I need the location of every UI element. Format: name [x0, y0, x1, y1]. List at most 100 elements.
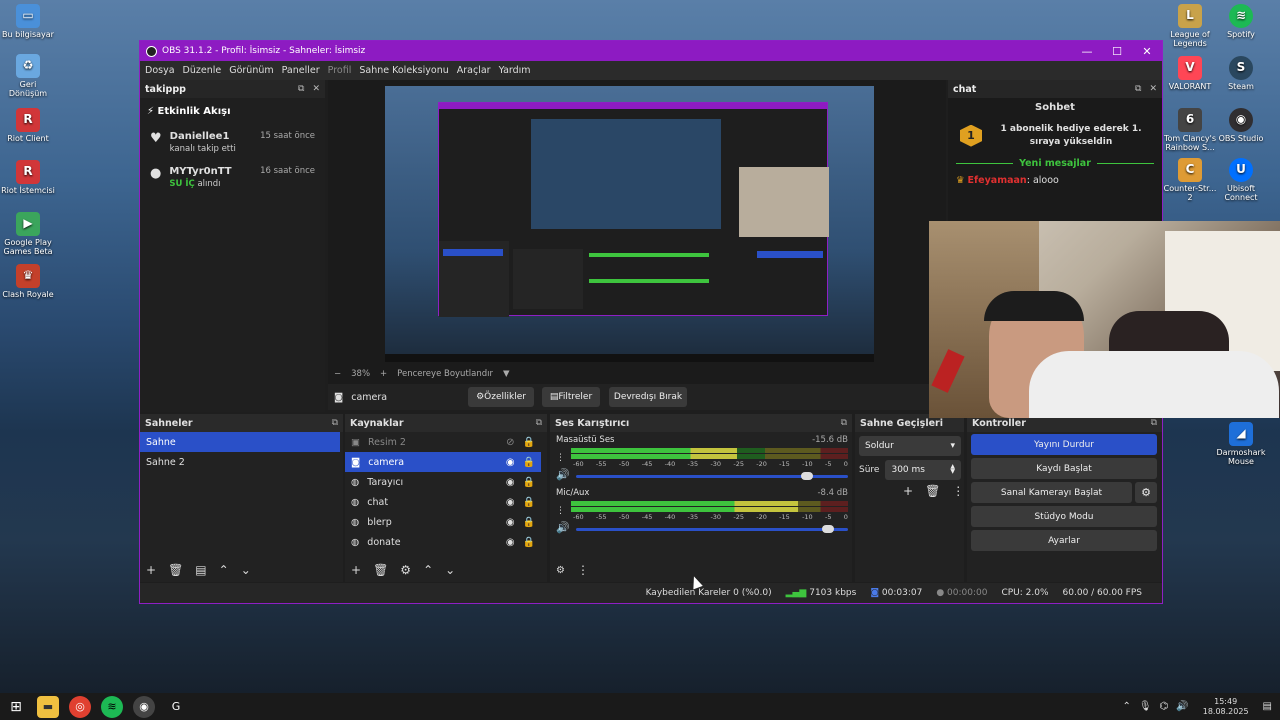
volume-slider[interactable] [575, 523, 848, 533]
close-icon[interactable]: ✕ [1132, 45, 1162, 58]
obs-icon[interactable]: ◉ [133, 695, 155, 718]
menu-yardim[interactable]: Yardım [499, 65, 531, 76]
eye-icon[interactable]: ◉ [506, 537, 515, 548]
windows-start-icon[interactable]: ⊞ [5, 696, 27, 718]
advanced-settings-icon[interactable]: ⚙ [556, 565, 565, 576]
popout-icon[interactable]: ⧉ [298, 84, 304, 94]
menu-araclar[interactable]: Araçlar [457, 65, 491, 76]
scene-item[interactable]: Sahne [140, 432, 340, 452]
zoom-in-icon[interactable]: + [380, 369, 387, 379]
arrow-down-icon[interactable]: ⌄ [445, 563, 455, 577]
lock-icon[interactable]: 🔒 [523, 437, 535, 448]
menu-gorunum[interactable]: Görünüm [229, 65, 273, 76]
kebab-menu-icon[interactable]: ⋮ [577, 563, 589, 577]
popout-icon[interactable]: ⧉ [332, 418, 338, 428]
popout-icon[interactable]: ⧉ [1151, 418, 1157, 428]
add-icon[interactable]: + [903, 484, 913, 498]
menu-dosya[interactable]: Dosya [145, 65, 175, 76]
desktop-icon-spotify[interactable]: ≋ Spotify [1213, 4, 1269, 39]
preview-canvas[interactable] [385, 86, 874, 362]
source-item[interactable]: ▣ Resim 2 ⊘ 🔒 [345, 432, 541, 452]
popout-icon[interactable]: ⧉ [1135, 84, 1141, 94]
clock[interactable]: 15:49 18.08.2025 [1203, 697, 1249, 716]
mic-icon[interactable]: 🎙 [1139, 701, 1152, 712]
eye-icon[interactable]: ◉ [506, 497, 515, 508]
network-icon[interactable]: ⌬ [1160, 701, 1169, 712]
lock-icon[interactable]: 🔒 [523, 537, 535, 548]
duration-spinbox[interactable]: 300 ms ▲ ▼ [885, 460, 961, 480]
slider-knob[interactable] [822, 524, 835, 533]
desktop-icon-ubisoft[interactable]: U Ubisoft Connect [1213, 158, 1269, 202]
source-item[interactable]: ◍ donate ◉ 🔒 [345, 532, 541, 552]
title-bar[interactable]: OBS 31.1.2 - Profil: İsimsiz - Sahneler:… [140, 41, 1162, 61]
lock-icon[interactable]: 🔒 [523, 517, 535, 528]
deactivate-button[interactable]: Devredışı Bırak [609, 387, 687, 407]
menu-paneller[interactable]: Paneller [282, 65, 320, 76]
lock-icon[interactable]: 🔒 [523, 497, 535, 508]
kick-icon[interactable]: G [165, 696, 187, 718]
chrome-icon[interactable]: ◎ [69, 695, 91, 718]
eye-hidden-icon[interactable]: ⊘ [506, 437, 514, 448]
desktop-icon-rainbow-six[interactable]: 6 Tom Clancy's Rainbow S... [1162, 108, 1218, 152]
lock-icon[interactable]: 🔒 [523, 457, 535, 468]
fit-window-label[interactable]: Pencereye Boyutlandır [397, 369, 493, 379]
desktop-icon-darmoshark[interactable]: ◢ Darmoshark Mouse [1213, 422, 1269, 466]
menu-profil[interactable]: Profil [328, 65, 352, 76]
filters-button[interactable]: ▤ Filtreler [542, 387, 600, 407]
speaker-icon[interactable]: 🔊 [556, 521, 570, 534]
file-explorer-icon[interactable]: ▬ [37, 695, 59, 718]
desktop-icon-clash-royale[interactable]: ♛ Clash Royale [0, 264, 56, 299]
arrow-up-icon[interactable]: ⌃ [219, 563, 229, 577]
add-icon[interactable]: + [146, 563, 156, 577]
start-record-button[interactable]: Kaydı Başlat [971, 458, 1157, 479]
add-icon[interactable]: + [351, 563, 361, 577]
filter-icon[interactable]: ▤ [195, 563, 206, 577]
trash-icon[interactable]: 🗑 [925, 484, 940, 498]
source-item[interactable]: ◙ camera ◉ 🔒 [345, 452, 541, 472]
kebab-menu-icon[interactable]: ⋮ [556, 453, 565, 463]
desktop-icon-riot-client[interactable]: R Riot Client [0, 108, 56, 143]
source-item[interactable]: ◍ blerp ◉ 🔒 [345, 512, 541, 532]
desktop-icon-google-play[interactable]: ▶ Google Play Games Beta [0, 212, 56, 256]
eye-icon[interactable]: ◉ [506, 457, 515, 468]
chevron-up-icon[interactable]: ⌃ [1122, 701, 1130, 712]
arrow-down-icon[interactable]: ⌄ [241, 563, 251, 577]
desktop-icon-riot-istemcisi[interactable]: R Riot İstemcisi [0, 160, 56, 195]
notification-icon[interactable]: ▤ [1263, 701, 1272, 712]
trash-icon[interactable]: 🗑 [373, 563, 388, 577]
gear-icon[interactable]: ⚙ [400, 563, 411, 577]
preview-area[interactable]: − 38% + Pencereye Boyutlandır ▼ [328, 80, 946, 384]
virtual-camera-button[interactable]: Sanal Kamerayı Başlat [971, 482, 1132, 503]
new-messages-divider[interactable]: Yeni mesajlar [948, 154, 1162, 173]
zoom-out-icon[interactable]: − [334, 369, 341, 379]
popout-icon[interactable]: ⧉ [536, 418, 542, 428]
kebab-menu-icon[interactable]: ⋮ [556, 506, 565, 516]
transition-select[interactable]: Soldur ▾ [859, 436, 961, 456]
menu-sahne-koleksiyonu[interactable]: Sahne Koleksiyonu [359, 65, 448, 76]
kebab-menu-icon[interactable]: ⋮ [952, 484, 964, 498]
lock-icon[interactable]: 🔒 [523, 477, 535, 488]
close-icon[interactable]: ✕ [1149, 84, 1157, 94]
studio-mode-button[interactable]: Stüdyo Modu [971, 506, 1157, 527]
spotify-icon[interactable]: ≋ [101, 695, 123, 718]
desktop-icon-steam[interactable]: S Steam [1213, 56, 1269, 91]
volume-icon[interactable]: 🔊 [1176, 701, 1188, 712]
source-item[interactable]: ◍ Tarayıcı ◉ 🔒 [345, 472, 541, 492]
virtual-camera-settings-button[interactable]: ⚙ [1135, 482, 1157, 503]
popout-icon[interactable]: ⧉ [841, 418, 847, 428]
settings-button[interactable]: Ayarlar [971, 530, 1157, 551]
desktop-icon-cs2[interactable]: C Counter-Str... 2 [1162, 158, 1218, 202]
source-item[interactable]: ◍ chat ◉ 🔒 [345, 492, 541, 512]
slider-knob[interactable] [800, 471, 813, 480]
stop-stream-button[interactable]: Yayını Durdur [971, 434, 1157, 455]
desktop-icon-valorant[interactable]: V VALORANT [1162, 56, 1218, 91]
eye-icon[interactable]: ◉ [506, 517, 515, 528]
trash-icon[interactable]: 🗑 [168, 563, 183, 577]
menu-duzenle[interactable]: Düzenle [183, 65, 222, 76]
dropdown-icon[interactable]: ▼ [503, 369, 510, 379]
desktop-icon-pc[interactable]: ▭ Bu bilgisayar [0, 4, 56, 39]
minimize-icon[interactable]: — [1072, 45, 1102, 58]
desktop-icon-recycle-bin[interactable]: ♻ Geri Dönüşüm [0, 54, 56, 98]
scene-item[interactable]: Sahne 2 [140, 452, 340, 472]
desktop-icon-league[interactable]: L League of Legends [1162, 4, 1218, 48]
